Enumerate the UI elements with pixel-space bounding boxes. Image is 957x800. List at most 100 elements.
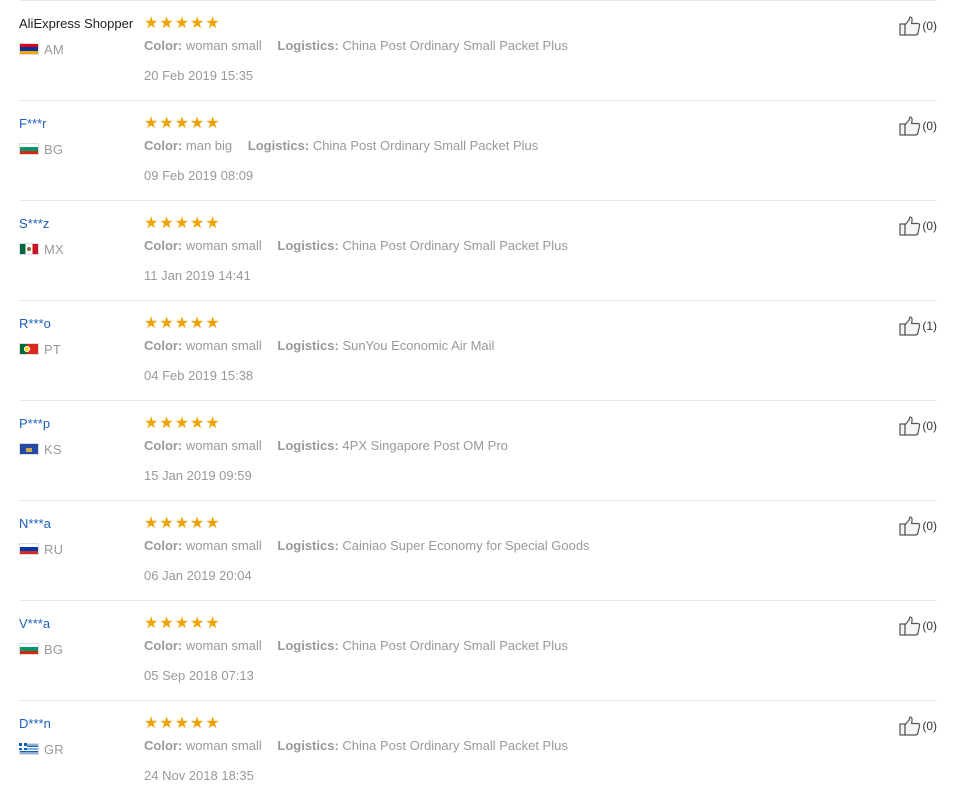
logistics-label: Logistics: [277,638,339,653]
country-code: BG [44,141,64,157]
buyer-name-link[interactable]: N***a [19,516,144,532]
logistics-value: China Post Ordinary Small Packet Plus [342,238,568,253]
helpful-button[interactable]: (0) [899,16,937,36]
star-icon: ★ [205,615,220,632]
star-icon: ★ [205,315,220,332]
star-icon: ★ [190,215,205,232]
buyer-country: PT [19,341,144,357]
flag-ru-icon [19,543,39,555]
helpful-count: (0) [922,119,937,133]
star-icon: ★ [174,615,190,632]
star-icon: ★ [144,15,159,32]
helpful-count: (0) [922,19,937,33]
buyer-country: GR [19,742,144,757]
buyer-info: F***r BG [19,116,144,157]
star-rating: ★ ★ ★ ★ ★ [144,116,844,132]
review-item: S***z MX ★ ★ ★ ★ ★ Color: woman small Logist… [19,200,937,300]
star-icon: ★ [205,115,220,132]
logistics-value: Cainiao Super Economy for Special Goods [342,538,590,553]
logistics-label: Logistics: [277,238,339,253]
country-code: RU [44,541,64,557]
helpful-button[interactable]: (1) [899,316,937,336]
star-icon: ★ [205,215,220,232]
order-attributes: Color: woman small Logistics: SunYou Eco… [144,338,844,354]
helpful-count: (0) [922,219,937,233]
star-rating: ★ ★ ★ ★ ★ [144,316,844,332]
logistics-value: China Post Ordinary Small Packet Plus [342,38,568,53]
buyer-country: RU [19,541,144,557]
buyer-country: KS [19,441,144,457]
buyer-name-link[interactable]: D***n [19,716,144,732]
color-label: Color: [144,138,183,153]
review-date: 06 Jan 2019 20:04 [144,568,252,583]
star-icon: ★ [159,315,174,332]
color-value: woman small [185,38,262,53]
thumbs-up-icon [899,116,921,136]
helpful-button[interactable]: (0) [899,216,937,236]
star-icon: ★ [174,415,190,432]
star-icon: ★ [159,415,174,432]
star-icon: ★ [190,315,205,332]
flag-gr-icon [19,743,39,755]
review-item: D***n GR ★ ★ ★ ★ ★ Color: woman small Logist… [19,700,937,800]
review-date: 09 Feb 2019 08:09 [144,168,254,183]
helpful-button[interactable]: (0) [899,716,937,736]
star-icon: ★ [144,215,159,232]
helpful-button[interactable]: (0) [899,416,937,436]
star-icon: ★ [159,515,174,532]
star-icon: ★ [159,115,174,132]
buyer-info: V***a BG [19,616,144,657]
logistics-value: 4PX Singapore Post OM Pro [342,438,508,453]
color-value: woman small [185,538,262,553]
star-rating: ★ ★ ★ ★ ★ [144,216,844,232]
order-attributes: Color: woman small Logistics: China Post… [144,38,844,54]
color-label: Color: [144,638,183,653]
star-icon: ★ [144,115,159,132]
buyer-name-link[interactable]: P***p [19,416,144,432]
star-rating: ★ ★ ★ ★ ★ [144,716,844,732]
flag-bg-icon [19,643,39,655]
star-icon: ★ [174,315,190,332]
thumbs-up-icon [899,16,921,36]
logistics-label: Logistics: [277,38,339,53]
color-label: Color: [144,538,183,553]
color-value: man big [185,138,233,153]
buyer-name-link[interactable]: F***r [19,116,144,132]
order-attributes: Color: woman small Logistics: Cainiao Su… [144,538,844,554]
star-rating: ★ ★ ★ ★ ★ [144,416,844,432]
flag-am-icon [19,43,39,55]
color-value: woman small [185,338,262,353]
buyer-name-link[interactable]: V***a [19,616,144,632]
review-item: AliExpress Shopper AM ★ ★ ★ ★ ★ Color: woman… [19,0,937,100]
helpful-button[interactable]: (0) [899,516,937,536]
helpful-count: (0) [922,519,937,533]
buyer-country: BG [19,642,144,657]
logistics-label: Logistics: [277,538,339,553]
helpful-button[interactable]: (0) [899,116,937,136]
review-date: 15 Jan 2019 09:59 [144,468,252,483]
thumbs-up-icon [899,216,921,236]
country-code: PT [44,341,62,357]
buyer-name-link[interactable]: R***o [19,316,144,332]
color-value: woman small [185,238,262,253]
thumbs-up-icon [899,716,921,736]
country-code: MX [44,241,64,257]
star-icon: ★ [190,515,205,532]
logistics-value: China Post Ordinary Small Packet Plus [342,738,568,753]
country-code: AM [44,41,64,57]
order-attributes: Color: woman small Logistics: China Post… [144,238,844,254]
star-rating: ★ ★ ★ ★ ★ [144,516,844,532]
buyer-name-link[interactable]: S***z [19,216,144,232]
star-icon: ★ [144,315,159,332]
star-icon: ★ [159,215,174,232]
star-icon: ★ [190,615,205,632]
color-value: woman small [185,438,262,453]
buyer-country: MX [19,241,144,257]
star-icon: ★ [205,15,220,32]
thumbs-up-icon [899,316,921,336]
helpful-button[interactable]: (0) [899,616,937,636]
logistics-label: Logistics: [277,438,339,453]
country-code: KS [44,441,62,457]
star-rating: ★ ★ ★ ★ ★ [144,616,844,632]
order-attributes: Color: woman small Logistics: 4PX Singap… [144,438,844,454]
